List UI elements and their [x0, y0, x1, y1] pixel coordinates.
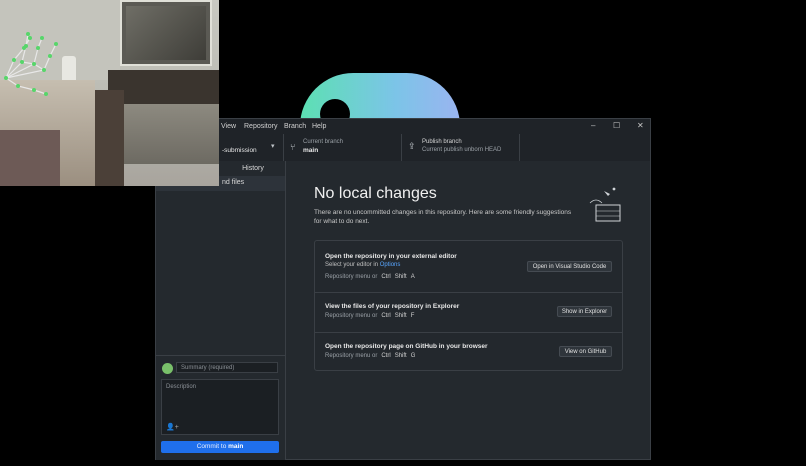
suggestion-shortcut: Repository menu or Ctrl Shift F	[325, 313, 414, 319]
branch-name: main	[303, 147, 319, 154]
suggestion-editor: Open the repository in your external edi…	[315, 241, 622, 293]
summary-input[interactable]: Summary (required)	[176, 362, 278, 373]
options-link[interactable]: Options	[380, 262, 401, 268]
key-shift: Shift	[394, 353, 407, 359]
commit-button[interactable]: Commit to main	[161, 441, 279, 453]
key-a: A	[410, 274, 415, 280]
suggestion-shortcut: Repository menu or Ctrl Shift A	[325, 274, 415, 280]
minimize-button[interactable]: –	[591, 121, 595, 130]
avatar	[162, 363, 173, 374]
shortcut-prefix: Repository menu or	[325, 274, 378, 280]
key-ctrl: Ctrl	[381, 274, 391, 280]
hand-landmarks-overlay	[4, 32, 58, 96]
subtitle-text: Select your editor in	[325, 262, 380, 268]
repository-name: -submission	[222, 147, 257, 154]
publish-branch-button[interactable]: ⇪ Publish branch Current publish unborn …	[401, 134, 520, 161]
menu-repository[interactable]: Repository	[244, 123, 277, 130]
suggestion-shortcut: Repository menu or Ctrl Shift G	[325, 353, 415, 359]
menu-help[interactable]: Help	[312, 123, 326, 130]
description-input[interactable]: Description 👤+	[161, 379, 279, 435]
webcam-overlay	[0, 0, 219, 186]
suggestion-explorer: View the files of your repository in Exp…	[315, 292, 622, 333]
key-shift: Shift	[394, 313, 407, 319]
publish-description: Current publish unborn HEAD	[422, 147, 502, 153]
commit-button-branch: main	[228, 443, 244, 450]
branch-icon: ⑂	[290, 142, 296, 152]
shortcut-prefix: Repository menu or	[325, 313, 378, 319]
no-changes-illustration-icon	[589, 187, 621, 222]
key-shift: Shift	[394, 274, 407, 280]
tab-history-label: History	[242, 165, 264, 172]
title-bar: View Repository Branch Help – ☐ ✕	[156, 119, 650, 134]
open-in-vscode-button[interactable]: Open in Visual Studio Code	[527, 261, 612, 272]
github-desktop-window: View Repository Branch Help – ☐ ✕ -submi…	[155, 118, 651, 460]
key-g: G	[410, 353, 416, 359]
suggestion-subtitle: Select your editor in Options	[325, 262, 400, 268]
add-coauthor-icon[interactable]: 👤+	[166, 423, 179, 431]
toolbar: -submission ▾ ⑂ Current branch main ⇪ Pu…	[156, 134, 650, 162]
commit-panel: Summary (required) Description 👤+ Commit…	[156, 355, 285, 460]
view-on-github-button[interactable]: View on GitHub	[559, 346, 612, 357]
branch-label: Current branch	[303, 139, 344, 145]
suggestion-github: Open the repository page on GitHub in yo…	[315, 332, 622, 370]
suggestions-card: Open the repository in your external edi…	[314, 240, 623, 371]
maximize-button[interactable]: ☐	[613, 121, 620, 130]
page-description: There are no uncommitted changes in this…	[314, 209, 572, 225]
close-button[interactable]: ✕	[637, 121, 644, 130]
chevron-down-icon: ▾	[271, 143, 275, 150]
sidebar: nd files History nd files Summary (requi…	[156, 161, 286, 460]
show-in-explorer-button[interactable]: Show in Explorer	[557, 306, 612, 317]
key-f: F	[410, 313, 415, 319]
changed-files-label: nd files	[222, 179, 245, 186]
suggestion-title: Open the repository in your external edi…	[325, 253, 457, 260]
key-ctrl: Ctrl	[381, 353, 391, 359]
commit-button-prefix: Commit to	[196, 443, 229, 450]
tab-history[interactable]: History	[221, 161, 285, 176]
menu-view[interactable]: View	[221, 123, 236, 130]
page-title: No local changes	[314, 185, 437, 202]
description-placeholder: Description	[166, 384, 197, 390]
branch-selector[interactable]: ⑂ Current branch main	[283, 134, 402, 161]
upload-icon: ⇪	[408, 141, 416, 151]
menu-branch[interactable]: Branch	[284, 123, 306, 130]
main-content: No local changes There are no uncommitte…	[286, 161, 650, 459]
suggestion-title: View the files of your repository in Exp…	[325, 303, 460, 310]
suggestion-title: Open the repository page on GitHub in yo…	[325, 343, 488, 350]
publish-label: Publish branch	[422, 139, 462, 145]
key-ctrl: Ctrl	[381, 313, 391, 319]
shortcut-prefix: Repository menu or	[325, 353, 378, 359]
